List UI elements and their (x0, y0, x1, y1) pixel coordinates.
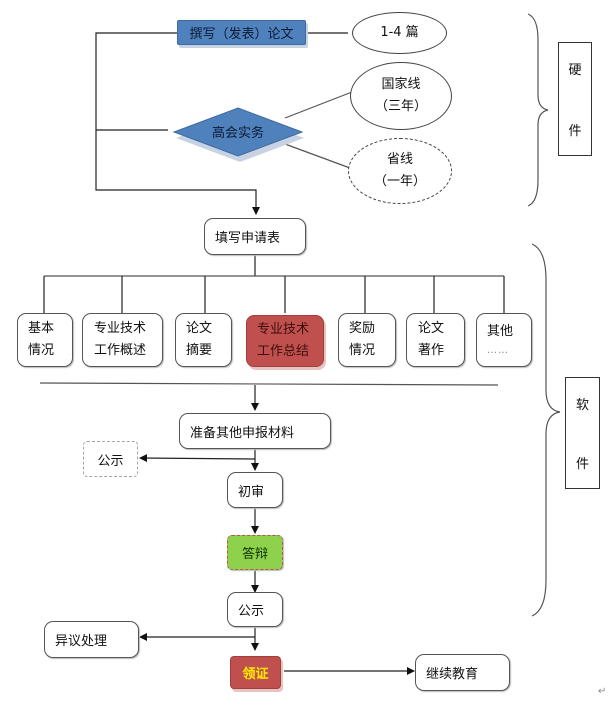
item-line: 摘要 (186, 343, 213, 358)
item-line: 工作总结 (257, 344, 310, 359)
preliminary-review-node: 初审 (227, 472, 283, 508)
item-line: 著作 (418, 343, 445, 358)
software-char-1: 软 (575, 398, 589, 413)
item-line: 基本 (28, 321, 55, 336)
section-separator (39, 382, 499, 386)
objection-handling-label: 异议处理 (55, 634, 108, 649)
item-line: 论文 (186, 321, 213, 336)
publicity-label: 公示 (238, 604, 265, 619)
senior-practice-label: 高会实务 (211, 125, 264, 141)
objection-handling-node: 异议处理 (44, 621, 139, 658)
application-form-label: 填写申请表 (215, 231, 281, 246)
side-publicity-node: 公示 (83, 441, 138, 477)
item-work-overview: 专业技术 工作概述 (82, 313, 163, 367)
paper-count-node: 1-4 篇 (352, 12, 447, 54)
hardware-char-2: 件 (568, 124, 582, 139)
to-side-publicity-arrow (139, 454, 256, 463)
item-awards: 奖励 情况 (338, 313, 396, 367)
application-form-node: 填写申请表 (204, 218, 306, 255)
software-char-2: 件 (575, 457, 589, 472)
item-line: 其他 (487, 324, 514, 339)
provincial-line-years: （一年） (373, 174, 426, 189)
item-others: 其他 …… (476, 313, 532, 367)
item-line: 专业技术 (94, 321, 147, 336)
item-line: 奖励 (349, 321, 376, 336)
item-basic-info: 基本 情况 (17, 313, 73, 367)
item-publications: 论文 著作 (406, 313, 465, 367)
item-line: 工作概述 (94, 343, 147, 358)
hardware-char-1: 硬 (568, 63, 582, 78)
item-work-summary: 专业技术 工作总结 (246, 315, 324, 367)
national-line-years: （三年） (374, 99, 427, 114)
item-line: 论文 (418, 321, 445, 336)
provincial-line-label: 省线 (386, 152, 413, 167)
item-line: …… (487, 345, 509, 356)
defense-node: 答辩 (227, 535, 283, 570)
prepare-materials-label: 准备其他申报材料 (190, 425, 295, 441)
item-line: 情况 (349, 343, 376, 358)
publicity-node: 公示 (227, 592, 283, 627)
prepare-materials-node: 准备其他申报材料 (179, 413, 331, 449)
write-paper-node: 撰写（发表）论文 (177, 20, 306, 45)
preliminary-review-label: 初审 (238, 484, 265, 500)
provincial-line-node: 省线 （一年） (348, 138, 452, 204)
hardware-side-label: 硬 件 (558, 42, 592, 156)
certificate-label: 领证 (242, 667, 269, 682)
software-brace (531, 243, 561, 617)
side-publicity-label: 公示 (97, 453, 124, 469)
item-line: 专业技术 (257, 322, 310, 337)
software-side-label: 软 件 (565, 377, 600, 489)
paragraph-mark: ↵ (598, 686, 607, 697)
national-line-node: 国家线 （三年） (350, 62, 452, 130)
item-line: 情况 (28, 343, 55, 358)
write-paper-label: 撰写（发表）论文 (189, 27, 294, 42)
continuing-education-node: 继续教育 (415, 654, 510, 691)
certificate-node: 领证 (230, 656, 281, 689)
hardware-brace (527, 13, 549, 207)
national-line-label: 国家线 (381, 77, 421, 92)
paper-count-label: 1-4 篇 (380, 25, 419, 40)
continuing-education-label: 继续教育 (426, 667, 479, 682)
defense-label: 答辩 (241, 547, 268, 562)
item-paper-abstract: 论文 摘要 (175, 313, 232, 367)
